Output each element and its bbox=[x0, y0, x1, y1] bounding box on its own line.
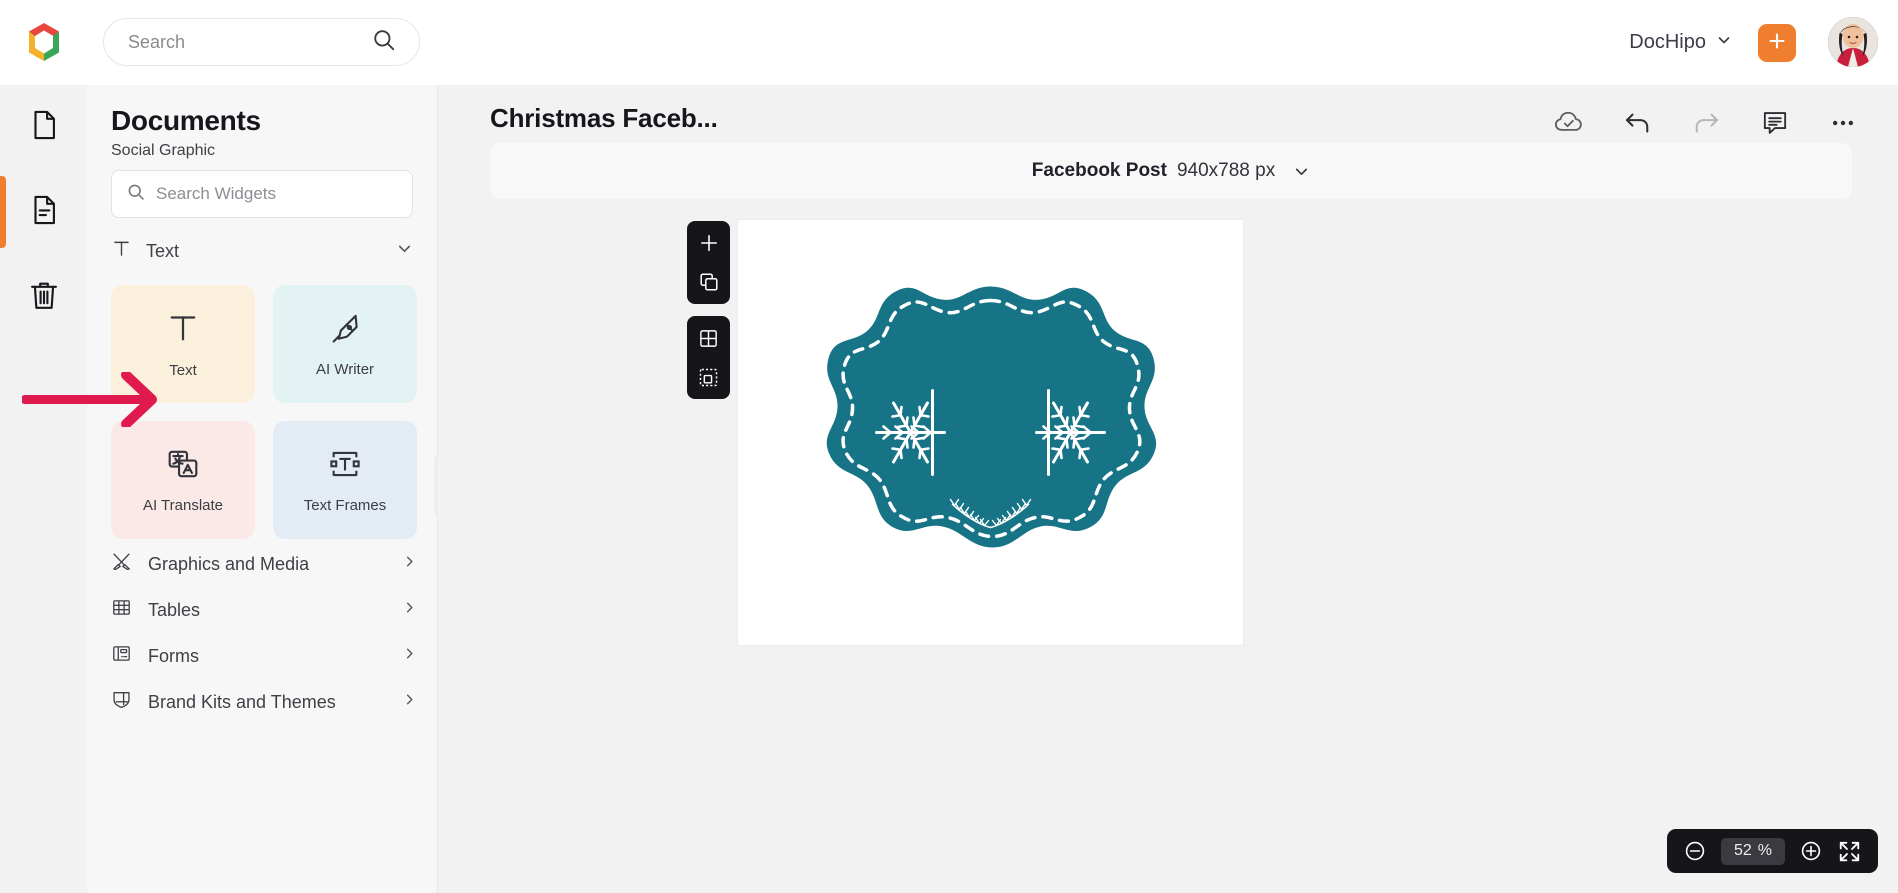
search-input[interactable] bbox=[128, 31, 371, 53]
graphics-media-icon bbox=[111, 551, 132, 577]
brand-label: DocHipo bbox=[1629, 30, 1706, 53]
chevron-right-icon bbox=[402, 554, 417, 574]
trash-icon bbox=[27, 278, 61, 317]
widget-search[interactable] bbox=[111, 170, 413, 218]
sidebar-item-templates[interactable] bbox=[0, 170, 87, 255]
avatar[interactable] bbox=[1828, 17, 1878, 67]
menu-item-forms[interactable]: Forms bbox=[111, 633, 417, 679]
brand-menu[interactable]: DocHipo bbox=[1629, 20, 1732, 64]
widget-card-label: AI Writer bbox=[315, 360, 375, 378]
select-area-icon[interactable] bbox=[696, 364, 722, 390]
chevron-down-icon bbox=[396, 240, 413, 262]
pen-nib-icon bbox=[328, 311, 362, 350]
editor-toolbar bbox=[1553, 107, 1858, 138]
page-subtitle: Social Graphic bbox=[111, 142, 216, 159]
active-indicator bbox=[0, 176, 6, 248]
translate-icon bbox=[166, 447, 200, 486]
redo-icon[interactable] bbox=[1691, 107, 1722, 138]
menu-item-label: Graphics and Media bbox=[148, 553, 310, 574]
search-widgets-input[interactable] bbox=[156, 184, 398, 204]
menu-item-label: Tables bbox=[148, 599, 201, 620]
widget-card-label: Text Frames bbox=[303, 496, 387, 514]
widget-cards: Text AI Writer AI Translate Text Frames bbox=[111, 285, 417, 539]
menu-item-brand-kits-and-themes[interactable]: Brand Kits and Themes bbox=[111, 679, 417, 725]
canvas-size-name: Facebook Post bbox=[1031, 160, 1167, 181]
editor-main: Christmas Faceb... Facebook Post 940x788… bbox=[438, 85, 1898, 893]
cloud-saved-icon[interactable] bbox=[1553, 107, 1584, 138]
widget-category-list: Graphics and Media Tables Forms Brand Ki… bbox=[111, 541, 417, 725]
icon-rail bbox=[0, 85, 87, 893]
top-bar: DocHipo bbox=[0, 0, 1898, 85]
duplicate-page-icon[interactable] bbox=[696, 269, 722, 295]
dochipo-logo-icon[interactable] bbox=[20, 18, 68, 66]
chevron-right-icon bbox=[402, 692, 417, 712]
page-tool-group-layout bbox=[687, 316, 730, 399]
template-page-icon bbox=[27, 193, 61, 232]
christmas-badge[interactable] bbox=[738, 220, 1243, 645]
create-new-button[interactable] bbox=[1758, 24, 1796, 62]
zoom-unit: % bbox=[1757, 842, 1773, 859]
sidebar-item-trash[interactable] bbox=[0, 255, 87, 340]
search-icon bbox=[371, 27, 397, 58]
more-options-icon[interactable] bbox=[1828, 108, 1858, 138]
search-icon bbox=[126, 182, 146, 207]
add-page-icon[interactable] bbox=[696, 230, 722, 256]
widgets-sidebar: Documents Social Graphic Text bbox=[87, 85, 438, 893]
brand-kit-icon bbox=[111, 689, 132, 715]
zoom-controls: 52 % bbox=[1667, 829, 1878, 873]
menu-item-graphics-and-media[interactable]: Graphics and Media bbox=[111, 541, 417, 587]
chevron-down-icon bbox=[1716, 31, 1732, 54]
sidebar-item-documents[interactable] bbox=[0, 85, 87, 170]
widget-card-ai-writer[interactable]: AI Writer bbox=[273, 285, 417, 403]
forms-icon bbox=[111, 643, 132, 669]
grid-layout-icon[interactable] bbox=[696, 325, 722, 351]
design-canvas[interactable] bbox=[738, 220, 1243, 645]
menu-item-label: Brand Kits and Themes bbox=[148, 691, 336, 712]
section-text-label: Text bbox=[146, 240, 180, 261]
widget-card-ai-translate[interactable]: AI Translate bbox=[111, 421, 255, 539]
dochipo-editor-app: DocHipo bbox=[0, 0, 1898, 893]
page-tool-group-add bbox=[687, 221, 730, 304]
zoom-out-icon[interactable] bbox=[1683, 839, 1707, 863]
table-grid-icon bbox=[111, 597, 132, 623]
section-text[interactable]: Text bbox=[111, 230, 413, 272]
widget-card-text-frames[interactable]: Text Frames bbox=[273, 421, 417, 539]
canvas-size-selector[interactable]: Facebook Post 940x788 px bbox=[490, 143, 1852, 199]
fit-screen-icon[interactable] bbox=[1837, 839, 1862, 864]
widget-card-label: AI Translate bbox=[142, 496, 224, 514]
page-tools bbox=[687, 221, 730, 399]
chevron-right-icon bbox=[402, 646, 417, 666]
menu-item-label: Forms bbox=[148, 645, 199, 666]
widget-card-label: Text bbox=[169, 361, 197, 379]
plus-icon bbox=[1766, 30, 1788, 57]
canvas-size-dimensions: 940x788 px bbox=[1176, 160, 1276, 181]
text-t-icon bbox=[111, 238, 132, 264]
page-title: Documents bbox=[111, 105, 261, 136]
zoom-in-icon[interactable] bbox=[1799, 839, 1823, 863]
global-search[interactable] bbox=[103, 18, 420, 66]
widget-card-text[interactable]: Text bbox=[111, 285, 255, 403]
text-t-icon bbox=[165, 310, 201, 351]
document-icon bbox=[27, 108, 61, 147]
text-frame-icon bbox=[328, 447, 362, 486]
undo-icon[interactable] bbox=[1622, 107, 1653, 138]
menu-item-tables[interactable]: Tables bbox=[111, 587, 417, 633]
zoom-percent: 52 bbox=[1733, 842, 1752, 859]
document-title[interactable]: Christmas Faceb... bbox=[490, 103, 718, 134]
chevron-right-icon bbox=[402, 600, 417, 620]
zoom-value[interactable]: 52 % bbox=[1721, 837, 1785, 865]
chevron-down-icon bbox=[1293, 163, 1310, 180]
comment-icon[interactable] bbox=[1760, 108, 1790, 138]
